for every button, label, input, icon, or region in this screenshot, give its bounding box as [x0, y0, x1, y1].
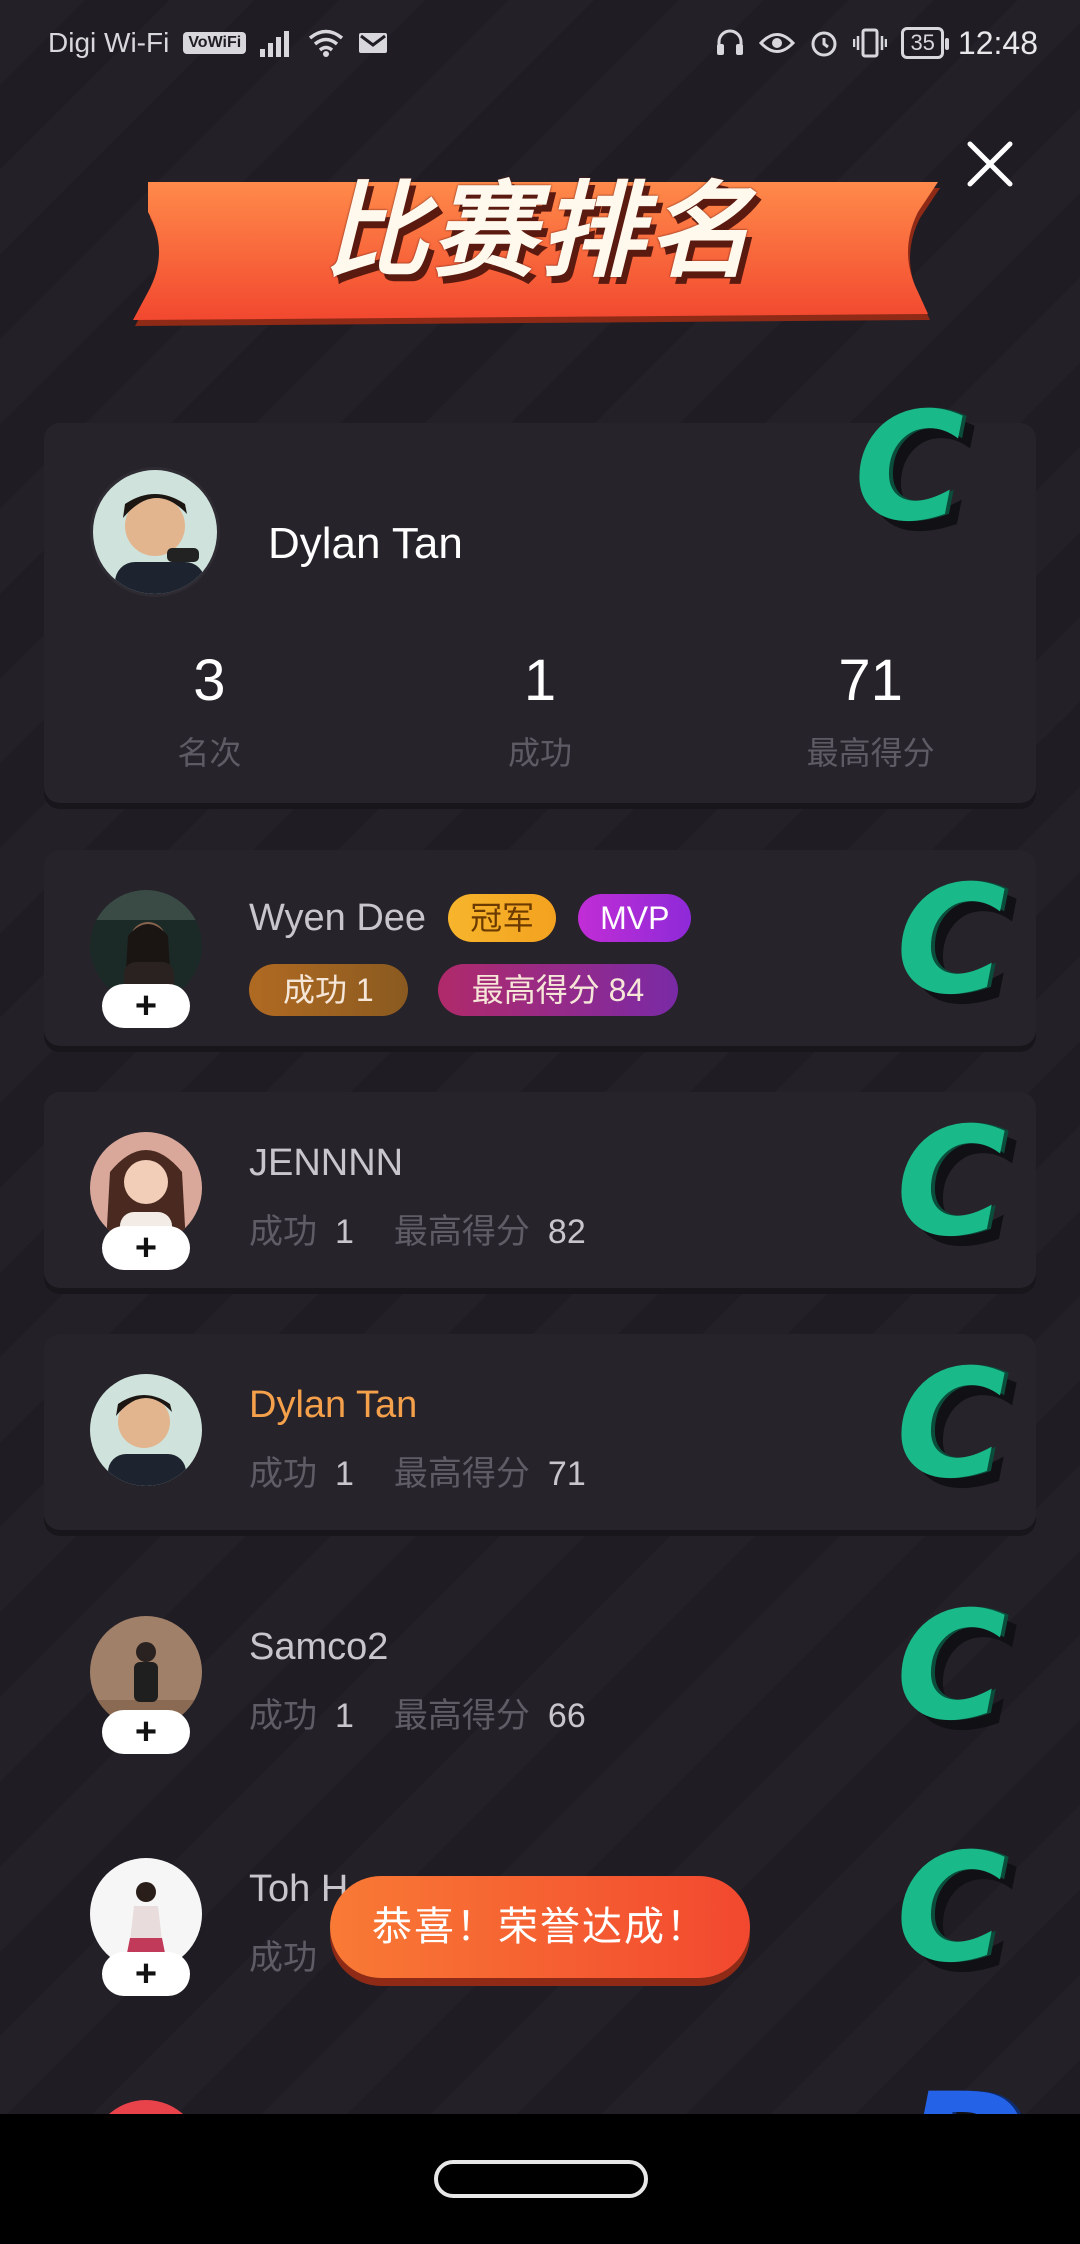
home-gesture-bar[interactable]: [434, 2160, 648, 2198]
player-name: Samco2: [249, 1626, 389, 1668]
high-score-value: 66: [547, 1697, 586, 1735]
ranking-row[interactable]: + JENNNN 成功 1 最高得分 82 C: [44, 1092, 1036, 1288]
stat-high-score: 71 最高得分: [705, 647, 1036, 774]
stat-value: 3: [193, 648, 226, 713]
high-score-value: 82: [547, 1213, 586, 1251]
eye-icon: [759, 33, 796, 53]
high-score-value: 84: [608, 972, 645, 1008]
player-name: Toh H: [249, 1868, 349, 1910]
avatar[interactable]: [90, 1374, 202, 1486]
ranking-row[interactable]: + Wyen Dee 冠军 MVP 成功 1 最高得分 84 C: [44, 850, 1036, 1046]
add-friend-button[interactable]: +: [102, 1952, 190, 1996]
my-name: Dylan Tan: [268, 519, 463, 568]
avatar[interactable]: [90, 467, 220, 597]
carrier-name: Digi Wi-Fi: [48, 27, 170, 58]
add-friend-button[interactable]: +: [102, 1226, 190, 1270]
wifi-icon: [309, 29, 344, 57]
stat-label: 最高得分: [806, 735, 935, 771]
stat-pills: 成功 1 最高得分 84: [249, 964, 679, 1016]
player-name: Wyen Dee: [249, 896, 427, 939]
grade-badge: C: [896, 1096, 1007, 1270]
player-stats: 成功 1 最高得分 71: [249, 1446, 608, 1495]
high-score-label: 最高得分: [393, 1697, 530, 1735]
success-label: 成功: [249, 1213, 317, 1251]
success-value: 1: [335, 1697, 354, 1735]
achievement-toast: 恭喜！荣誉达成！: [330, 1876, 750, 1978]
success-label: 成功: [283, 972, 348, 1008]
grade-badge: C: [896, 1822, 1007, 1996]
clock: 12:48: [957, 24, 1038, 61]
grade-badge: C: [854, 381, 965, 555]
player-stats: 成功 1 最高得分 82: [249, 1204, 608, 1253]
alarm-icon: [811, 31, 837, 57]
high-score-value: 71: [547, 1455, 586, 1493]
stat-success: 1 成功: [375, 647, 706, 774]
page-title-banner: 比赛排名: [130, 138, 950, 338]
name-badges: Wyen Dee 冠军 MVP: [249, 894, 692, 942]
my-stats: 3 名次 1 成功 71 最高得分: [44, 647, 1036, 774]
signal-icon: [260, 31, 290, 57]
stat-value: 1: [523, 648, 557, 713]
stat-label: 名次: [177, 735, 242, 771]
success-label: 成功: [249, 1697, 317, 1735]
ranking-row[interactable]: + Samco2 成功 1 最高得分 66 C: [44, 1576, 1036, 1772]
stat-value: 71: [838, 648, 903, 713]
ranking-row-me[interactable]: Dylan Tan 成功 1 最高得分 71 C: [44, 1334, 1036, 1530]
high-score-label: 最高得分: [393, 1455, 530, 1493]
mail-icon: [359, 33, 388, 53]
mvp-badge: MVP: [578, 894, 692, 942]
champion-badge: 冠军: [448, 894, 557, 942]
success-value: 1: [335, 1213, 354, 1251]
player-stats: 成功: [249, 1930, 317, 1979]
grade-badge: C: [896, 854, 1007, 1028]
stat-label: 成功: [508, 735, 573, 771]
stat-rank: 3 名次: [44, 647, 375, 774]
vowifi-icon: VoWiFi: [183, 32, 247, 54]
navigation-bar: [0, 2114, 1080, 2244]
close-icon[interactable]: [960, 134, 1020, 194]
page-title: 比赛排名: [323, 174, 756, 290]
headset-icon: [717, 29, 744, 55]
player-stats: 成功 1 最高得分 66: [249, 1688, 608, 1737]
success-label: 成功: [249, 1939, 317, 1977]
success-value: 1: [355, 972, 374, 1008]
add-friend-button[interactable]: +: [102, 984, 190, 1028]
high-score-label: 最高得分: [393, 1213, 530, 1251]
battery-icon: 35: [901, 27, 950, 59]
success-pill: 成功 1: [249, 964, 408, 1016]
status-bar: Digi Wi-Fi VoWiFi 35 12:48: [0, 0, 1080, 86]
success-value: 1: [335, 1455, 354, 1493]
vibrate-icon: [853, 28, 888, 58]
player-name: JENNNN: [249, 1142, 404, 1184]
success-label: 成功: [249, 1455, 317, 1493]
add-friend-button[interactable]: +: [102, 1710, 190, 1754]
grade-badge: C: [896, 1580, 1007, 1754]
player-name: Dylan Tan: [249, 1384, 418, 1426]
high-score-label: 最高得分: [471, 972, 600, 1008]
high-score-pill: 最高得分 84: [437, 964, 679, 1016]
grade-badge: C: [896, 1338, 1007, 1512]
my-summary-card: Dylan Tan C 3 名次 1 成功 71 最高得分: [44, 393, 1036, 803]
